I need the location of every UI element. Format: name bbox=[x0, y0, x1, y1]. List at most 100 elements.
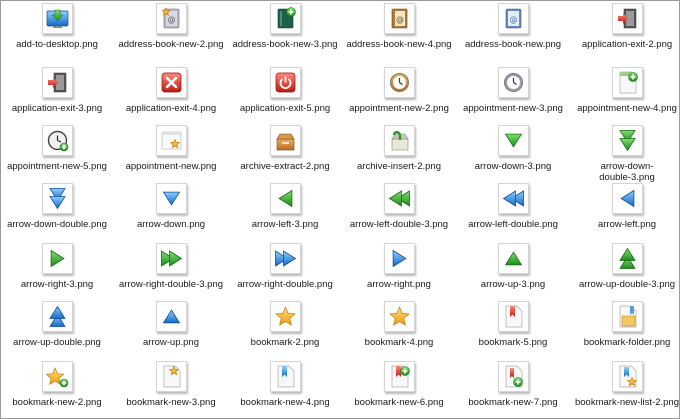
arrow-down-icon[interactable] bbox=[156, 183, 187, 214]
file-item[interactable]: arrow-left-double.png bbox=[456, 183, 570, 230]
file-item[interactable]: arrow-left-double-3.png bbox=[342, 183, 456, 230]
file-item[interactable]: application-exit-4.png bbox=[114, 67, 228, 114]
arrow-down-double-icon[interactable] bbox=[612, 125, 643, 156]
bookmark-page-icon[interactable] bbox=[270, 361, 301, 392]
bookmark-add-icon[interactable] bbox=[384, 361, 415, 392]
appointment-icon[interactable] bbox=[612, 67, 643, 98]
file-item[interactable]: appointment-new-2.png bbox=[342, 67, 456, 114]
file-item[interactable]: arrow-down-3.png bbox=[456, 125, 570, 172]
arrow-up-double-icon[interactable] bbox=[612, 243, 643, 274]
file-name-label: arrow-down-3.png bbox=[456, 161, 570, 172]
file-name-label: application-exit-4.png bbox=[114, 103, 228, 114]
application-exit-icon[interactable] bbox=[612, 3, 643, 34]
arrow-left-icon[interactable] bbox=[270, 183, 301, 214]
file-item[interactable]: @address-book-new.png bbox=[456, 3, 570, 50]
file-item[interactable]: bookmark-new-7.png bbox=[456, 361, 570, 408]
file-name-label: appointment-new.png bbox=[114, 161, 228, 172]
file-item[interactable]: bookmark-5.png bbox=[456, 301, 570, 348]
arrow-left-double-icon[interactable] bbox=[384, 183, 415, 214]
file-name-label: address-book-new-3.png bbox=[228, 39, 342, 50]
file-item[interactable]: bookmark-2.png bbox=[228, 301, 342, 348]
arrow-left-double-icon[interactable] bbox=[498, 183, 529, 214]
file-item[interactable]: archive-extract-2.png bbox=[228, 125, 342, 172]
file-name-label: application-exit-3.png bbox=[0, 103, 114, 114]
file-item[interactable]: arrow-right-3.png bbox=[0, 243, 114, 290]
file-item[interactable]: appointment-new-4.png bbox=[570, 67, 680, 114]
application-exit-icon[interactable] bbox=[42, 67, 73, 98]
arrow-up-double-icon[interactable] bbox=[42, 301, 73, 332]
file-item[interactable]: arrow-up-3.png bbox=[456, 243, 570, 290]
file-item[interactable]: bookmark-new-2.png bbox=[0, 361, 114, 408]
icon-grid: add-to-desktop.png @address-book-new-2.p… bbox=[0, 0, 680, 419]
archive-icon[interactable] bbox=[384, 125, 415, 156]
file-item[interactable]: bookmark-new-4.png bbox=[228, 361, 342, 408]
file-name-label: bookmark-new-3.png bbox=[114, 397, 228, 408]
star-icon[interactable] bbox=[270, 301, 301, 332]
calendar-icon[interactable] bbox=[156, 125, 187, 156]
file-item[interactable]: bookmark-new-3.png bbox=[114, 361, 228, 408]
bookmark-page-icon[interactable] bbox=[156, 361, 187, 392]
file-item[interactable]: arrow-up-double-3.png bbox=[570, 243, 680, 290]
file-item[interactable]: add-to-desktop.png bbox=[0, 3, 114, 50]
file-name-label: arrow-left-double-3.png bbox=[342, 219, 456, 230]
file-item[interactable]: application-exit-2.png bbox=[570, 3, 680, 50]
file-item[interactable]: bookmark-folder.png bbox=[570, 301, 680, 348]
address-book-icon[interactable]: @ bbox=[498, 3, 529, 34]
clock-icon[interactable] bbox=[384, 67, 415, 98]
add-to-desktop-icon[interactable] bbox=[42, 3, 73, 34]
file-name-label: arrow-up.png bbox=[114, 337, 228, 348]
file-item[interactable]: bookmark-4.png bbox=[342, 301, 456, 348]
file-item[interactable]: appointment-new.png bbox=[114, 125, 228, 172]
clock-icon[interactable] bbox=[42, 125, 73, 156]
arrow-up-icon[interactable] bbox=[156, 301, 187, 332]
arrow-right-icon[interactable] bbox=[42, 243, 73, 274]
file-item[interactable]: arrow-down-double-3.png bbox=[570, 125, 680, 183]
file-item[interactable]: @ address-book-new-4.png bbox=[342, 3, 456, 50]
file-item[interactable]: application-exit-3.png bbox=[0, 67, 114, 114]
file-item[interactable]: appointment-new-5.png bbox=[0, 125, 114, 172]
svg-text:@: @ bbox=[396, 15, 404, 24]
file-item[interactable]: arrow-left-3.png bbox=[228, 183, 342, 230]
arrow-right-double-icon[interactable] bbox=[156, 243, 187, 274]
file-item[interactable]: arrow-left.png bbox=[570, 183, 680, 230]
file-name-label: add-to-desktop.png bbox=[0, 39, 114, 50]
arrow-right-icon[interactable] bbox=[384, 243, 415, 274]
address-book-icon[interactable] bbox=[270, 3, 301, 34]
svg-text:@: @ bbox=[167, 15, 175, 24]
file-item[interactable]: bookmark-new-6.png bbox=[342, 361, 456, 408]
file-item[interactable]: address-book-new-3.png bbox=[228, 3, 342, 50]
file-name-label: arrow-up-double.png bbox=[0, 337, 114, 348]
file-name-label: arrow-right-3.png bbox=[0, 279, 114, 290]
file-item[interactable]: appointment-new-3.png bbox=[456, 67, 570, 114]
file-item[interactable]: bookmark-new-list-2.png bbox=[570, 361, 680, 408]
arrow-right-double-icon[interactable] bbox=[270, 243, 301, 274]
file-item[interactable]: arrow-up.png bbox=[114, 301, 228, 348]
file-item[interactable]: arrow-up-double.png bbox=[0, 301, 114, 348]
bookmark-icon[interactable] bbox=[498, 301, 529, 332]
arrow-left-icon[interactable] bbox=[612, 183, 643, 214]
file-name-label: address-book-new-4.png bbox=[342, 39, 456, 50]
bookmark-folder-icon[interactable] bbox=[612, 301, 643, 332]
star-icon[interactable] bbox=[384, 301, 415, 332]
file-item[interactable]: archive-insert-2.png bbox=[342, 125, 456, 172]
application-exit-icon[interactable] bbox=[270, 67, 301, 98]
file-item[interactable]: arrow-right-double-3.png bbox=[114, 243, 228, 290]
file-item[interactable]: arrow-right.png bbox=[342, 243, 456, 290]
address-book-icon[interactable]: @ bbox=[156, 3, 187, 34]
file-item[interactable]: arrow-down-double.png bbox=[0, 183, 114, 230]
application-exit-icon[interactable] bbox=[156, 67, 187, 98]
arrow-up-icon[interactable] bbox=[498, 243, 529, 274]
clock-icon[interactable] bbox=[498, 67, 529, 98]
archive-icon[interactable] bbox=[270, 125, 301, 156]
bookmark-add-icon[interactable] bbox=[498, 361, 529, 392]
star-add-icon[interactable] bbox=[42, 361, 73, 392]
file-item[interactable]: @address-book-new-2.png bbox=[114, 3, 228, 50]
address-book-icon[interactable]: @ bbox=[384, 3, 415, 34]
file-item[interactable]: arrow-down.png bbox=[114, 183, 228, 230]
bookmark-list-icon[interactable] bbox=[612, 361, 643, 392]
file-name-label: appointment-new-5.png bbox=[0, 161, 114, 172]
arrow-down-icon[interactable] bbox=[498, 125, 529, 156]
file-item[interactable]: application-exit-5.png bbox=[228, 67, 342, 114]
file-item[interactable]: arrow-right-double.png bbox=[228, 243, 342, 290]
arrow-down-double-icon[interactable] bbox=[42, 183, 73, 214]
